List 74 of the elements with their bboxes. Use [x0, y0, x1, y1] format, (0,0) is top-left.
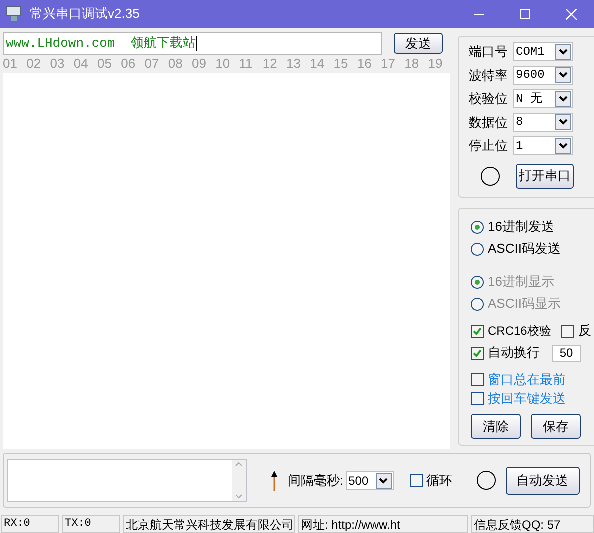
column-number: 08	[168, 54, 184, 72]
check-icon	[473, 348, 482, 358]
dropdown[interactable]: 1	[513, 136, 573, 156]
column-number: 02	[26, 54, 42, 72]
chevron-down-icon	[558, 119, 568, 126]
wrap-width-field[interactable]: 50	[552, 344, 581, 362]
radio-button[interactable]	[471, 220, 484, 234]
button[interactable]: 自动发送	[506, 466, 580, 494]
checkbox-label: 自动换行	[488, 344, 540, 362]
column-number: 01	[3, 54, 18, 72]
radio-label: 16进制显示	[488, 273, 554, 292]
chevron-down-icon	[558, 142, 568, 149]
dropdown[interactable]: N 无	[513, 89, 573, 108]
column-number: 13	[286, 54, 302, 72]
column-number: 15	[334, 54, 350, 72]
status-bar-field: 网址: http://www.ht	[298, 515, 468, 533]
checkbox-label: 循环	[426, 472, 453, 490]
interval-dropdown[interactable]: 500	[346, 471, 394, 490]
checkbox-label: 反	[578, 322, 592, 340]
column-number: 04	[74, 54, 90, 72]
column-number: 05	[98, 54, 113, 72]
column-number: 14	[310, 54, 326, 72]
send-input-field[interactable]: www.LHdown.com 领航下载站	[3, 32, 382, 55]
status-indicator	[481, 166, 500, 186]
setting-label: 停止位	[469, 137, 509, 155]
check-icon	[473, 326, 482, 336]
radio-label: 16进制发送	[488, 218, 554, 236]
status-indicator	[476, 471, 496, 490]
checkbox[interactable]	[561, 324, 574, 338]
column-number: 10	[216, 54, 232, 72]
checkbox[interactable]	[471, 373, 484, 386]
checkbox-label: 按回车键发送	[488, 390, 566, 408]
setting-label: 校验位	[469, 90, 509, 108]
checkbox[interactable]	[471, 392, 484, 405]
button[interactable]: 清除	[471, 414, 521, 439]
chevron-down-icon	[558, 48, 568, 55]
checkbox-label: CRC16校验	[488, 323, 552, 340]
button[interactable]: 打开串口	[516, 164, 574, 188]
status-bar-field: 信息反馈QQ: 57	[471, 515, 594, 533]
radio-button[interactable]	[471, 242, 484, 256]
chevron-down-icon	[558, 72, 568, 78]
chevron-down-icon	[558, 96, 568, 102]
setting-label: 端口号	[469, 43, 509, 61]
status-bar-field: RX:0	[1, 515, 59, 533]
checkbox[interactable]	[471, 324, 484, 338]
column-number: 17	[381, 54, 396, 72]
app-icon	[6, 6, 22, 22]
column-number: 18	[404, 54, 420, 72]
column-number: 12	[262, 54, 278, 72]
status-bar-field: 北京航天常兴科技发展有限公司	[123, 515, 295, 533]
checkbox-label: 窗口总在最前	[488, 370, 566, 389]
checkbox[interactable]	[410, 474, 423, 487]
setting-label: 波特率	[469, 66, 509, 84]
column-number: 11	[239, 54, 254, 72]
column-number: 16	[357, 54, 373, 72]
button[interactable]: 保存	[531, 414, 581, 439]
column-number: 06	[121, 54, 137, 72]
column-number: 19	[428, 54, 444, 72]
column-number: 07	[144, 54, 160, 72]
radio-label: ASCII码显示	[488, 295, 561, 314]
column-number: 09	[192, 54, 208, 72]
radio-label: ASCII码发送	[488, 240, 561, 258]
arrow-up-icon	[271, 470, 278, 490]
checkbox[interactable]	[471, 346, 484, 360]
interval-label: 间隔毫秒:	[288, 472, 344, 490]
status-bar-field: TX:0	[62, 515, 120, 533]
dropdown[interactable]: 9600	[513, 66, 573, 85]
button[interactable]: 发送	[394, 33, 443, 54]
chevron-down-icon	[379, 478, 388, 484]
dropdown[interactable]: COM1	[513, 42, 573, 62]
column-number: 03	[50, 54, 66, 72]
setting-label: 数据位	[469, 114, 509, 132]
window-title: 常兴串口调试v2.35	[30, 5, 140, 24]
dropdown[interactable]: 8	[513, 112, 573, 132]
